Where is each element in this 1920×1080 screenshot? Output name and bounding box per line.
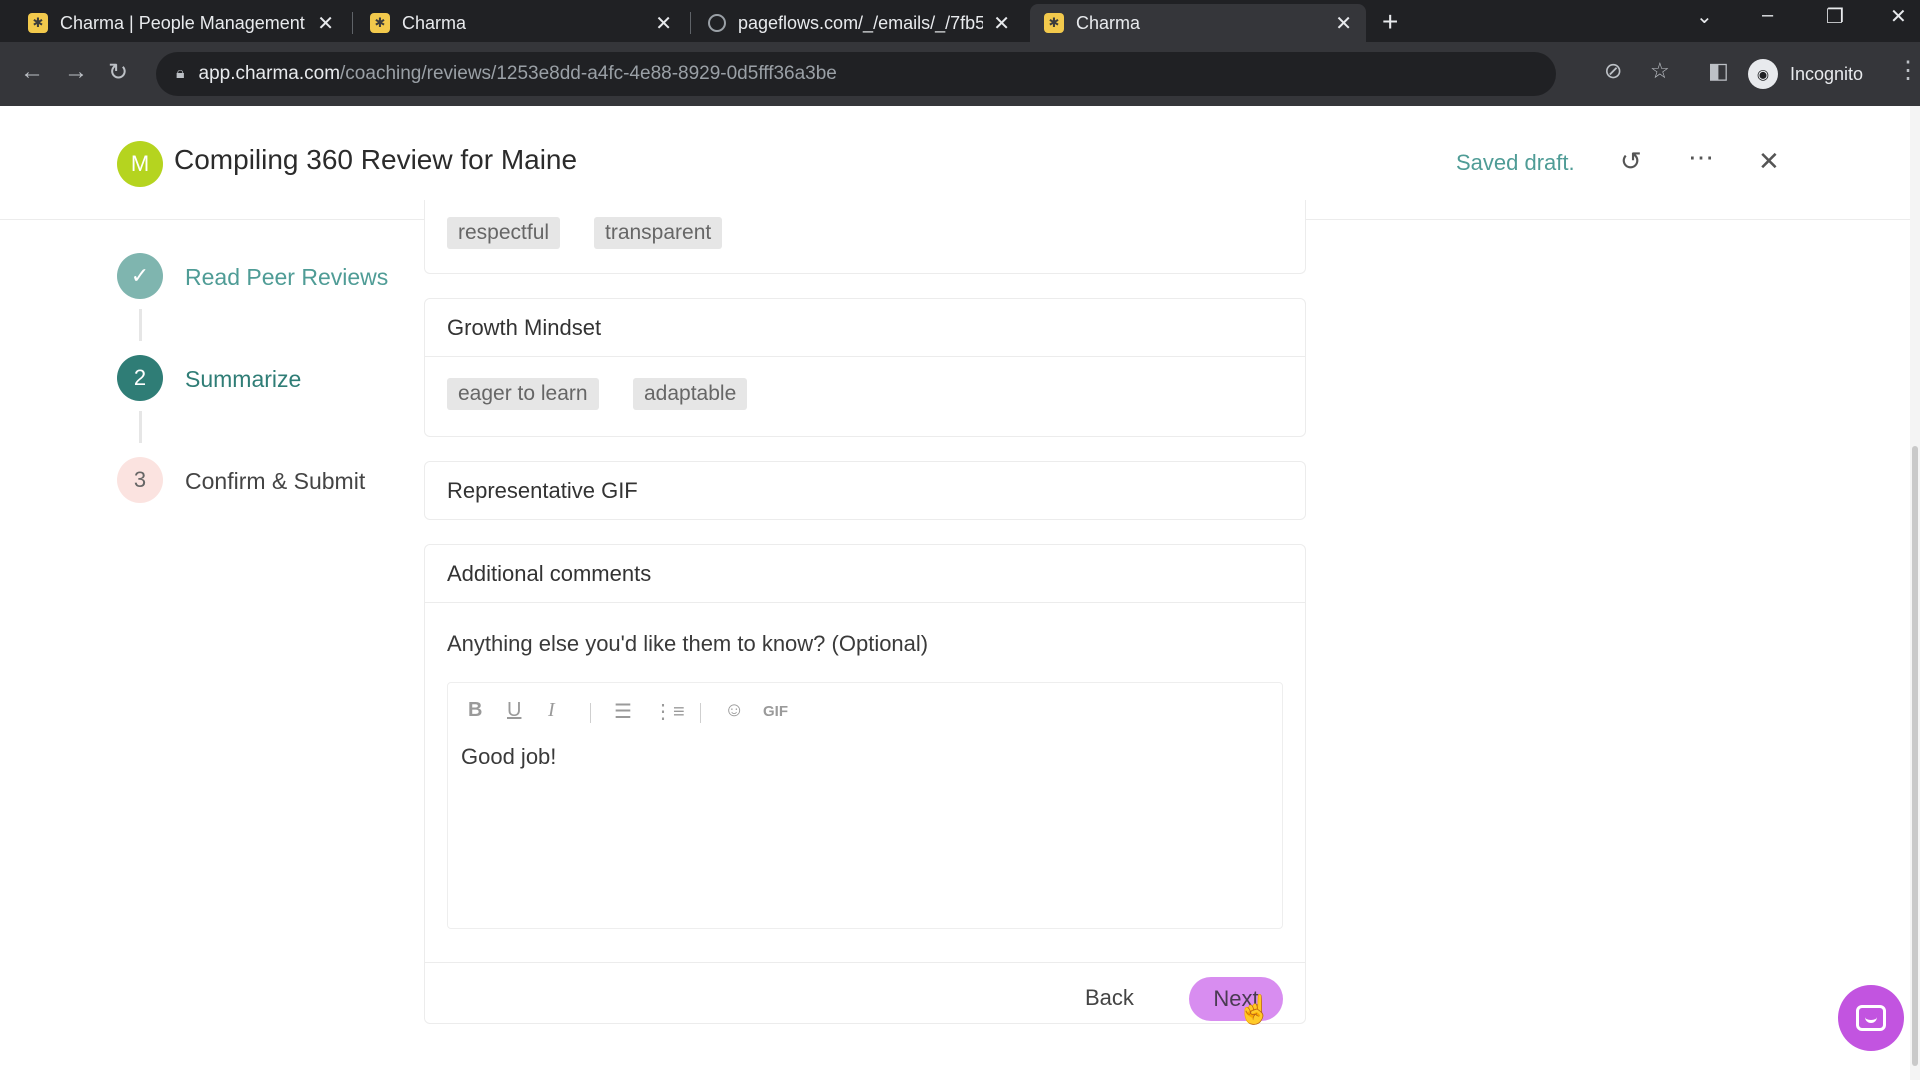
forward-arrow-icon[interactable]: → [64, 58, 88, 86]
trait-chip: adaptable [633, 378, 748, 410]
restore-icon[interactable]: ❐ [1826, 4, 1844, 29]
toolbar-divider [700, 703, 701, 723]
numbered-list-icon[interactable]: ⋮≡ [653, 699, 685, 724]
step-connector [139, 309, 142, 341]
form-footer: Back Next ☝ [425, 962, 1305, 1036]
comments-prompt: Anything else you'd like them to know? (… [447, 631, 929, 656]
trait-chip: respectful [447, 217, 561, 249]
step-label-read-peer-reviews[interactable]: Read Peer Reviews [185, 264, 388, 291]
comments-text[interactable]: Good job! [461, 744, 556, 770]
bulleted-list-icon[interactable]: ☰ [614, 699, 632, 724]
back-arrow-icon[interactable]: ← [20, 58, 44, 86]
step-connector [139, 411, 142, 443]
charma-favicon-icon: ✱ [1044, 13, 1064, 33]
step-label-confirm-submit: Confirm & Submit [185, 468, 366, 494]
page-title: Compiling 360 Review for Maine [174, 144, 578, 175]
pointer-cursor-icon: ☝ [1237, 994, 1272, 1025]
toolbar-divider [590, 703, 591, 723]
step-label-summarize[interactable]: Summarize [185, 366, 301, 393]
back-button[interactable]: Back [1085, 985, 1134, 1011]
new-tab-icon[interactable]: + [1382, 6, 1398, 38]
representative-gif-card[interactable]: Representative GIF [424, 461, 1306, 520]
step-number-3: 3 [117, 457, 163, 503]
underline-icon[interactable]: U [507, 699, 521, 722]
tab-divider [352, 12, 353, 34]
section-title: Representative GIF [447, 478, 638, 503]
tab-title: Charma [402, 12, 467, 33]
history-icon[interactable]: ↺ [1620, 146, 1642, 177]
close-tab-icon[interactable]: ✕ [655, 11, 672, 36]
minimize-icon[interactable]: – [1762, 4, 1773, 27]
lock-icon: 🔒︎ [176, 65, 185, 82]
emoji-icon[interactable]: ☺ [724, 699, 744, 722]
growth-mindset-card: Growth Mindset eager to learn adaptable [424, 298, 1306, 437]
tab-search-icon[interactable]: ⌄ [1696, 4, 1713, 29]
bold-icon[interactable]: B [468, 699, 482, 722]
charma-favicon-icon: ✱ [28, 13, 48, 33]
browser-tab-bar: ✱ Charma | People Management S ✕ ✱ Charm… [0, 0, 1920, 42]
charma-favicon-icon: ✱ [370, 13, 390, 33]
browser-menu-icon[interactable]: ⋮ [1896, 56, 1920, 85]
reload-icon[interactable]: ↻ [108, 58, 128, 87]
gif-icon[interactable]: GIF [763, 703, 788, 720]
close-window-icon[interactable]: ✕ [1890, 4, 1907, 29]
trait-chip: transparent [594, 217, 723, 249]
close-tab-icon[interactable]: ✕ [317, 11, 334, 36]
eye-off-icon[interactable]: ⊘ [1604, 58, 1622, 84]
additional-comments-card: Additional comments Anything else you'd … [424, 544, 1306, 1025]
values-card: respectful transparent [424, 200, 1306, 274]
more-options-icon[interactable]: ⋯ [1688, 142, 1714, 173]
chat-icon [1856, 1005, 1886, 1031]
close-icon[interactable]: ✕ [1758, 146, 1780, 177]
browser-tab-active[interactable]: ✱ Charma ✕ [1030, 4, 1366, 42]
comments-editor[interactable]: B U I ☰ ⋮≡ ☺ GIF Good job! [447, 682, 1283, 929]
tab-title: pageflows.com/_/emails/_/7fb5c [738, 12, 984, 33]
url-host: app.charma.com [198, 63, 341, 84]
incognito-label: Incognito [1790, 63, 1864, 84]
saved-status: Saved draft. [1456, 150, 1575, 175]
tab-title: Charma | People Management S [60, 12, 308, 33]
page-scrollbar[interactable] [1910, 106, 1920, 1080]
step-done-check-icon: ✓ [117, 253, 163, 299]
italic-icon[interactable]: I [548, 699, 555, 722]
browser-toolbar: ← → ↻ 🔒︎ app.charma.com/coaching/reviews… [0, 42, 1920, 106]
browser-tab[interactable]: pageflows.com/_/emails/_/7fb5c ✕ [694, 4, 1024, 42]
tab-title: Charma [1076, 12, 1141, 33]
browser-tab[interactable]: ✱ Charma ✕ [356, 4, 686, 42]
incognito-indicator[interactable]: ◉ Incognito [1748, 54, 1863, 94]
trait-chip: eager to learn [447, 378, 599, 410]
close-tab-icon[interactable]: ✕ [993, 11, 1010, 36]
step-number-2: 2 [117, 355, 163, 401]
address-bar[interactable]: 🔒︎ app.charma.com/coaching/reviews/1253e… [156, 52, 1556, 96]
side-panel-icon[interactable]: ◧ [1708, 58, 1729, 84]
close-tab-icon[interactable]: ✕ [1335, 11, 1352, 36]
chat-launcher-button[interactable] [1838, 985, 1904, 1051]
url-path: /coaching/reviews/1253e8dd-a4fc-4e88-892… [340, 63, 837, 84]
incognito-icon: ◉ [1748, 59, 1778, 89]
bookmark-star-icon[interactable]: ☆ [1650, 58, 1670, 84]
section-title: Growth Mindset [425, 299, 1305, 357]
browser-tab[interactable]: ✱ Charma | People Management S ✕ [14, 4, 348, 42]
globe-icon [708, 14, 726, 32]
tab-divider [690, 12, 691, 34]
avatar: M [117, 141, 163, 187]
scrollbar-thumb[interactable] [1912, 446, 1918, 1066]
section-title: Additional comments [425, 545, 1305, 603]
